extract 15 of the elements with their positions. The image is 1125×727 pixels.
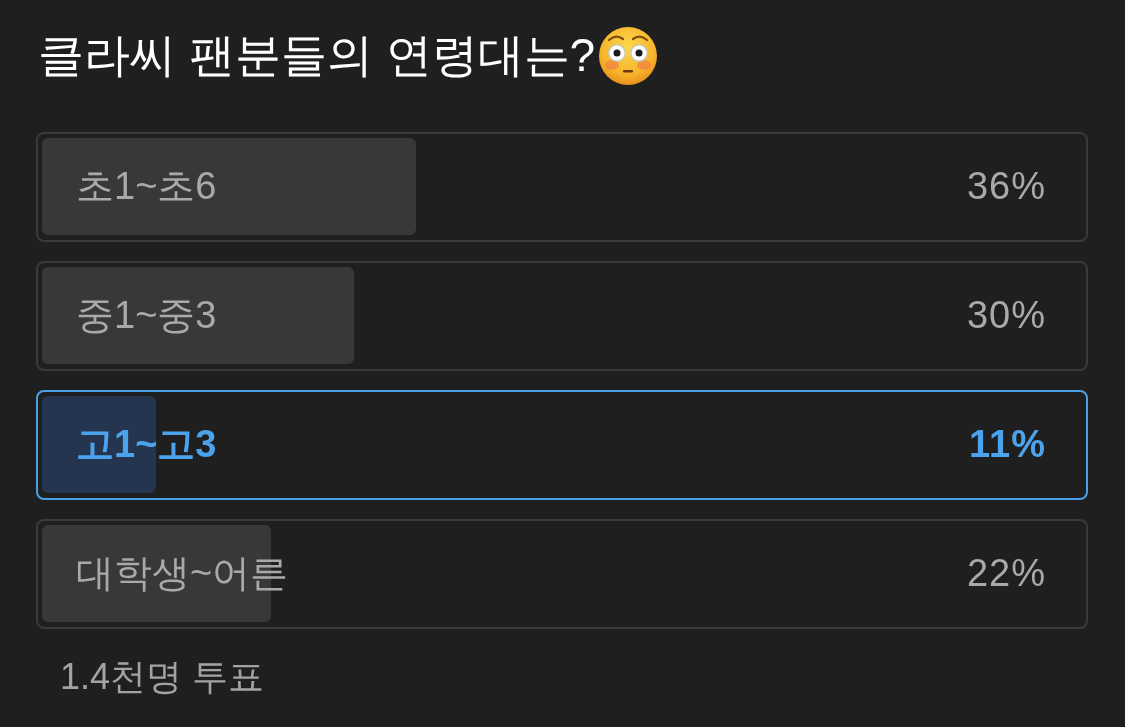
option-label: 초1~초6	[76, 164, 217, 210]
option-label: 고1~고3	[76, 422, 217, 468]
poll-option[interactable]: 초1~초6 36%	[36, 132, 1088, 242]
option-percent: 30%	[966, 293, 1046, 339]
poll-question: 클라씨 팬분들의 연령대는?	[38, 28, 596, 84]
option-label: 대학생~어른	[76, 551, 289, 597]
vote-count: 1.4천명 투표	[60, 655, 265, 699]
option-percent: 36%	[966, 164, 1046, 210]
poll-option[interactable]: 고1~고3 11%	[36, 390, 1088, 500]
poll-option[interactable]: 대학생~어른 22%	[36, 519, 1088, 629]
flushed-face-icon	[599, 27, 658, 85]
option-percent: 22%	[966, 551, 1046, 597]
option-label: 중1~중3	[76, 293, 217, 339]
option-percent: 11%	[969, 422, 1046, 468]
poll-option[interactable]: 중1~중3 30%	[36, 261, 1088, 371]
